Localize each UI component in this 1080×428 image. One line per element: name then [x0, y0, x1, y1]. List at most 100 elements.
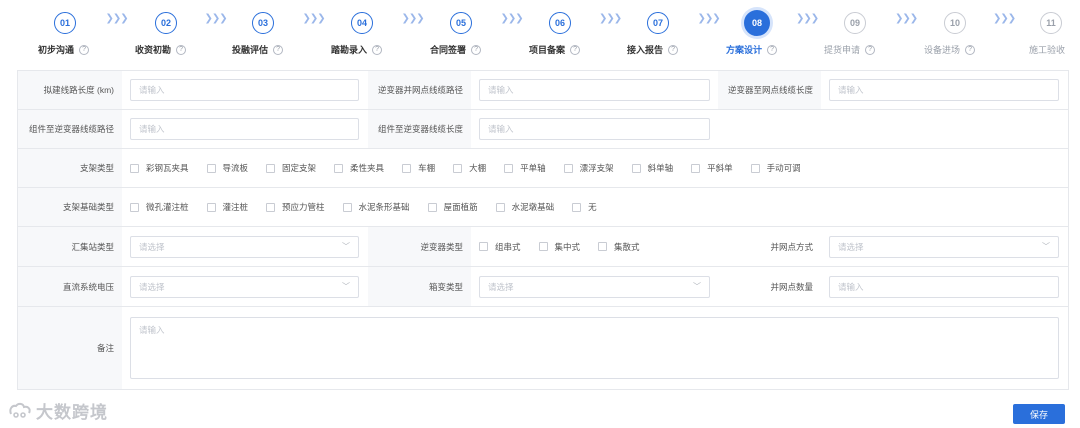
form-row-2: 组件至逆变器线缆路径 请输入 组件至逆变器线缆长度 请输入: [18, 110, 1068, 149]
bracket-foundation-option[interactable]: 水泥墩基础: [495, 201, 555, 213]
help-icon[interactable]: ?: [79, 44, 90, 55]
bracket-type-option[interactable]: 平斜单: [691, 162, 733, 174]
form-row-6: 直流系统电压 请选择 ﹀ 箱变类型 请选择 ﹀ 并网点数量 请输入: [18, 267, 1068, 307]
step-separator-icon: ❯❯❯: [993, 13, 1016, 24]
checkbox[interactable]: [130, 202, 139, 212]
chevron-down-icon: ﹀: [693, 282, 701, 291]
step-label-text: 踏勘录入: [331, 45, 368, 55]
grid-method-placeholder: 请选择: [838, 242, 864, 252]
collector-type-placeholder: 请选择: [139, 242, 165, 252]
inverter-type-option[interactable]: 组串式: [479, 241, 521, 253]
step-label-text: 接入报告: [627, 45, 664, 55]
step-label-text: 项目备案: [529, 45, 566, 55]
save-button[interactable]: 保存: [1013, 404, 1065, 424]
help-icon[interactable]: ?: [965, 44, 976, 55]
inverter-type-option[interactable]: 集散式: [598, 241, 640, 253]
bracket-type-option[interactable]: 漂浮支架: [563, 162, 614, 174]
transformer-type-select[interactable]: 请选择 ﹀: [479, 276, 710, 298]
checkbox[interactable]: [479, 242, 488, 251]
bracket-foundation-option[interactable]: 屋面植筋: [427, 201, 478, 213]
help-icon[interactable]: ?: [570, 44, 581, 55]
checkbox[interactable]: [563, 163, 573, 173]
progress-stepper: 01 初步沟通? ❯❯❯ 02 收资初勘? ❯❯❯ 03 投融评估? ❯❯❯ 04 踏勘录入? ❯❯❯…: [0, 0, 1080, 62]
watermark-logo: 大数跨境: [8, 398, 108, 423]
bracket-foundation-options: 微孔灌注桩 灌注桩 预应力管柱 水泥条形基础 屋面植筋 水泥墩基础 无: [130, 188, 615, 226]
step-label: 初步沟通?: [38, 43, 90, 56]
step-number: 03: [252, 12, 274, 34]
help-icon[interactable]: ?: [372, 44, 383, 55]
bracket-foundation-option-label: 水泥墩基础: [511, 202, 555, 212]
checkbox[interactable]: [750, 163, 760, 173]
checkbox[interactable]: [130, 163, 139, 173]
help-icon[interactable]: ?: [767, 44, 778, 55]
step-separator-icon: ❯❯❯: [796, 13, 819, 24]
step-label: 合同签署?: [430, 43, 482, 56]
checkbox[interactable]: [266, 163, 276, 173]
bracket-foundation-option[interactable]: 预应力管柱: [266, 201, 325, 213]
inverter-type-option-label: 组串式: [495, 241, 521, 252]
chevron-down-icon: ﹀: [1042, 242, 1050, 251]
checkbox[interactable]: [572, 202, 582, 212]
form-row-5: 汇集站类型 请选择 ﹀ 逆变器类型 组串式 集中式 集散式 并网点方式 请选择 ﹀: [18, 227, 1068, 267]
checkbox[interactable]: [334, 163, 344, 173]
transformer-type-placeholder: 请选择: [488, 282, 514, 292]
inverter-type-option[interactable]: 集中式: [538, 241, 581, 253]
help-icon[interactable]: ?: [273, 44, 284, 55]
checkbox[interactable]: [206, 202, 216, 212]
bracket-foundation-option[interactable]: 水泥条形基础: [342, 201, 410, 213]
dc-voltage-select[interactable]: 请选择 ﹀: [130, 276, 359, 298]
checkbox[interactable]: [266, 202, 276, 212]
help-icon[interactable]: ?: [865, 44, 876, 55]
line-length-input[interactable]: 请输入: [130, 79, 359, 101]
grid-method-label: 并网点方式: [718, 227, 821, 266]
dc-voltage-label: 直流系统电压: [18, 267, 122, 306]
step-separator-icon: ❯❯❯: [895, 13, 918, 24]
step-separator-icon: ❯❯❯: [599, 13, 622, 24]
bracket-foundation-option[interactable]: 微孔灌注桩: [130, 201, 189, 213]
bracket-foundation-option[interactable]: 灌注桩: [206, 201, 248, 213]
checkbox[interactable]: [206, 163, 216, 173]
step-number: 04: [351, 12, 373, 34]
inverter-grid-route-input[interactable]: 请输入: [479, 79, 710, 101]
checkbox[interactable]: [495, 202, 505, 212]
help-icon[interactable]: ?: [471, 44, 482, 55]
checkbox[interactable]: [538, 242, 548, 251]
bracket-type-option[interactable]: 车棚: [402, 162, 435, 174]
module-inverter-length-input[interactable]: 请输入: [479, 118, 710, 140]
checkbox[interactable]: [402, 163, 412, 173]
help-icon[interactable]: ?: [668, 44, 679, 55]
bracket-type-label: 支架类型: [18, 149, 122, 187]
bracket-foundation-option[interactable]: 无: [572, 201, 597, 213]
checkbox[interactable]: [453, 163, 463, 173]
step-label: 方案设计?: [726, 43, 778, 56]
checkbox[interactable]: [631, 163, 641, 173]
inverter-type-option-label: 集中式: [554, 241, 581, 252]
bracket-type-option[interactable]: 斜单轴: [631, 162, 673, 174]
bracket-type-option[interactable]: 手动可调: [750, 162, 801, 174]
checkbox[interactable]: [504, 163, 514, 173]
bracket-type-option[interactable]: 平单轴: [504, 162, 546, 174]
help-icon[interactable]: ?: [176, 44, 187, 55]
step-label-text: 设备进场: [924, 45, 961, 55]
dc-voltage-placeholder: 请选择: [139, 282, 165, 292]
bracket-type-option[interactable]: 导流板: [206, 162, 248, 174]
inverter-grid-route-label: 逆变器并网点线缆路径: [368, 71, 471, 109]
grid-count-input[interactable]: 请输入: [829, 276, 1059, 298]
inverter-grid-length-label: 逆变器至网点线缆长度: [718, 71, 821, 109]
step-label: 踏勘录入?: [331, 43, 383, 56]
inverter-grid-length-input[interactable]: 请输入: [829, 79, 1059, 101]
module-inverter-route-input[interactable]: 请输入: [130, 118, 359, 140]
bracket-type-option[interactable]: 大棚: [453, 162, 486, 174]
bracket-type-option[interactable]: 彩钢瓦夹具: [130, 162, 189, 174]
checkbox[interactable]: [342, 202, 352, 212]
checkbox[interactable]: [691, 163, 701, 173]
collector-type-select[interactable]: 请选择 ﹀: [130, 236, 359, 258]
checkbox[interactable]: [598, 242, 608, 251]
inverter-type-options: 组串式 集中式 集散式: [479, 227, 658, 266]
remark-textarea[interactable]: 请输入: [130, 317, 1059, 379]
bracket-type-option[interactable]: 固定支架: [266, 162, 316, 174]
bracket-foundation-option-label: 无: [588, 202, 597, 212]
checkbox[interactable]: [427, 202, 437, 212]
bracket-type-option[interactable]: 柔性夹具: [334, 162, 384, 174]
grid-method-select[interactable]: 请选择 ﹀: [829, 236, 1059, 258]
